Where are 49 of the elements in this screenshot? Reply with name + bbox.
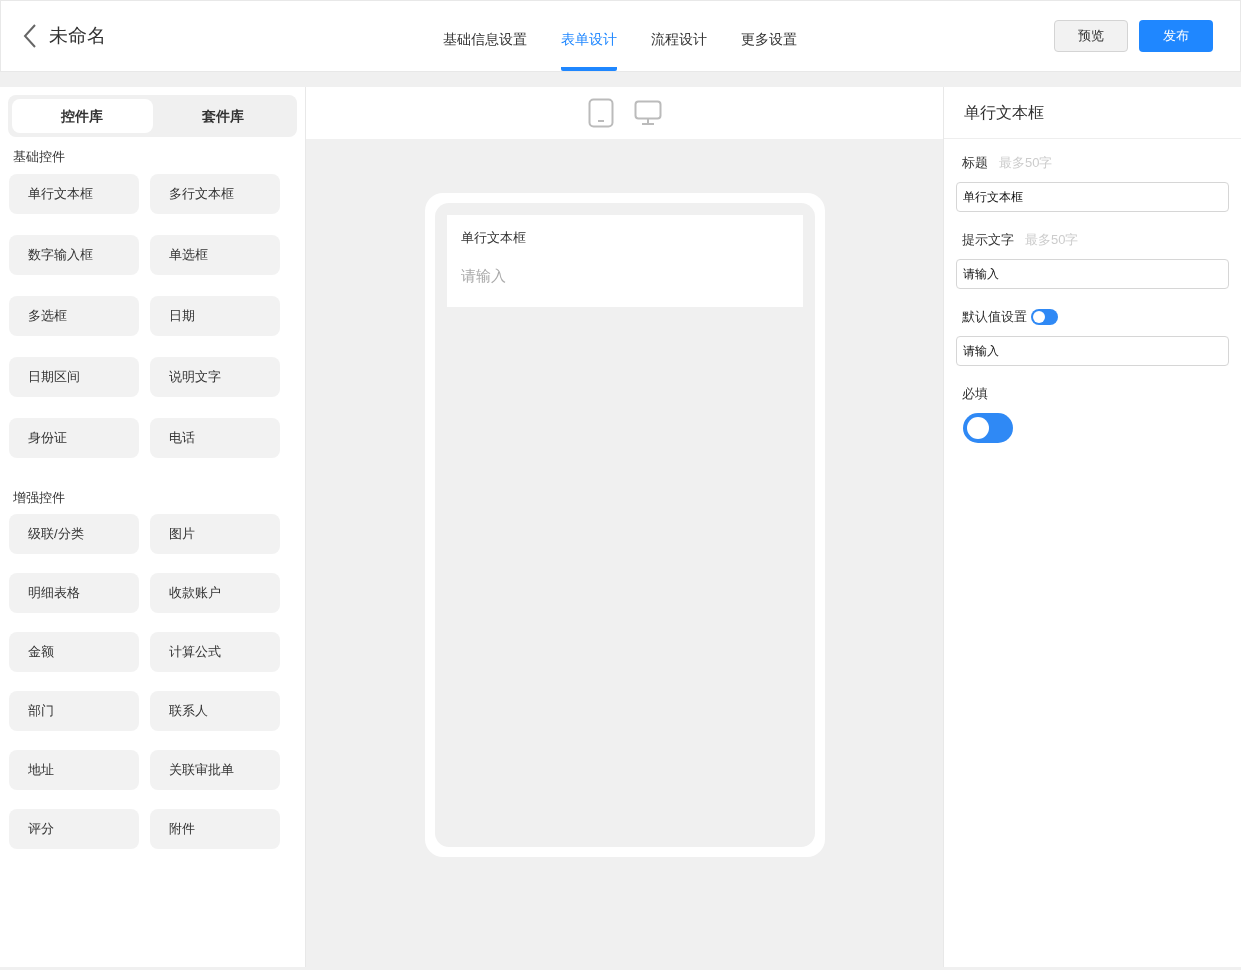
control-item[interactable]: 说明文字	[150, 356, 280, 397]
field-label: 提示文字	[962, 231, 1014, 250]
control-item[interactable]: 计算公式	[150, 632, 280, 672]
control-item[interactable]: 身份证	[9, 417, 139, 458]
control-item[interactable]: 收款账户	[150, 573, 280, 613]
control-item[interactable]: 日期区间	[9, 356, 139, 397]
control-item[interactable]: 联系人	[150, 691, 280, 731]
control-item[interactable]: 单选框	[150, 234, 280, 275]
field-label: 默认值设置	[962, 308, 1027, 327]
control-item[interactable]: 部门	[9, 691, 139, 731]
control-item[interactable]: 级联/分类	[9, 514, 139, 554]
group-heading: 基础控件	[12, 148, 66, 166]
preview-button[interactable]: 预览	[1054, 20, 1128, 52]
field-label: 标题	[962, 154, 988, 173]
panel-title: 单行文本框	[944, 87, 1241, 139]
publish-button[interactable]: 发布	[1139, 20, 1213, 52]
control-item[interactable]: 金额	[9, 632, 139, 672]
back-icon[interactable]	[23, 24, 37, 48]
field-label: 单行文本框	[460, 229, 527, 247]
toggle-switch[interactable]	[963, 413, 1013, 443]
nav-tab[interactable]: 基础信息设置	[443, 1, 527, 71]
control-item[interactable]: 多行文本框	[150, 173, 280, 214]
library-tab[interactable]: 套件库	[152, 99, 293, 133]
library-tab[interactable]: 控件库	[12, 99, 153, 133]
text-input[interactable]: 请输入	[956, 259, 1229, 289]
control-item[interactable]: 明细表格	[9, 573, 139, 613]
control-item[interactable]: 单行文本框	[9, 173, 139, 214]
control-item[interactable]: 图片	[150, 514, 280, 554]
control-item[interactable]: 关联审批单	[150, 750, 280, 790]
toggle-switch[interactable]	[1031, 309, 1058, 325]
monitor-icon[interactable]	[633, 100, 662, 126]
nav-tab[interactable]: 表单设计	[561, 1, 617, 71]
group-heading: 增强控件	[12, 488, 66, 507]
page-title: 未命名	[49, 23, 106, 48]
control-item[interactable]: 附件	[150, 809, 280, 849]
control-item[interactable]: 地址	[9, 750, 139, 790]
control-item[interactable]: 日期	[150, 295, 280, 336]
control-item[interactable]: 电话	[150, 417, 280, 458]
text-input[interactable]: 请输入	[956, 336, 1229, 366]
field-label: 必填	[962, 385, 988, 404]
mobile-icon[interactable]	[587, 98, 614, 128]
form-field-card[interactable]: 单行文本框 请输入	[446, 215, 803, 307]
control-item[interactable]: 评分	[9, 809, 139, 849]
control-item[interactable]: 数字输入框	[9, 234, 139, 275]
field-placeholder: 请输入	[460, 265, 507, 286]
text-input[interactable]: 单行文本框	[956, 182, 1229, 212]
nav-tab[interactable]: 更多设置	[741, 1, 797, 71]
control-item[interactable]: 多选框	[9, 295, 139, 336]
nav-tab[interactable]: 流程设计	[651, 1, 707, 71]
